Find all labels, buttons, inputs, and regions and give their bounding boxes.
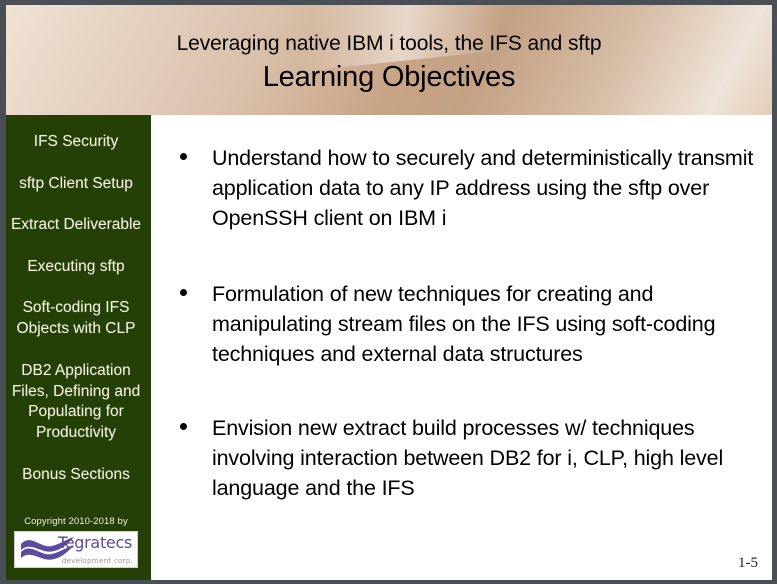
bullet-item: Envision new extract build processes w/ …: [164, 413, 758, 503]
bullet-text: Understand how to securely and determini…: [212, 146, 754, 230]
bullet-dot-icon: [180, 423, 187, 430]
tegratecs-logo: Tegratecs development corp.: [14, 531, 138, 568]
bullet-dot-icon: [180, 153, 187, 160]
sidebar-item-bonus-sections[interactable]: Bonus Sections: [6, 465, 146, 486]
slide-content-area: Understand how to securely and determini…: [156, 115, 772, 580]
logo-tagline: development corp.: [61, 556, 133, 565]
sidebar-item-extract-deliverable[interactable]: Extract Deliverable: [6, 215, 146, 236]
sidebar-item-soft-coding-ifs-objects[interactable]: Soft-coding IFS Objects with CLP: [6, 298, 146, 339]
sidebar-item-sftp-client-setup[interactable]: sftp Client Setup: [6, 174, 146, 195]
agenda-sidebar: IFS Security sftp Client Setup Extract D…: [6, 115, 151, 580]
bullet-item: Understand how to securely and determini…: [164, 143, 758, 233]
sidebar-item-ifs-security[interactable]: IFS Security: [6, 132, 146, 153]
bullet-text: Envision new extract build processes w/ …: [212, 416, 724, 500]
slide-header-banner: Leveraging native IBM i tools, the IFS a…: [6, 5, 772, 115]
sidebar-item-executing-sftp[interactable]: Executing sftp: [6, 257, 146, 278]
slide-title: Learning Objectives: [262, 61, 516, 93]
bullet-text: Formulation of new techniques for creati…: [212, 282, 716, 366]
header-text-block: Leveraging native IBM i tools, the IFS a…: [6, 5, 772, 94]
logo-wordmark: Tegratecs: [58, 533, 132, 552]
sidebar-item-db2-application-files[interactable]: DB2 Application Files, Defining and Popu…: [6, 361, 146, 443]
bullet-dot-icon: [180, 289, 187, 296]
slide-subtitle: Leveraging native IBM i tools, the IFS a…: [176, 32, 602, 55]
objectives-bullet-list: Understand how to securely and determini…: [156, 115, 772, 503]
presentation-slide: Leveraging native IBM i tools, the IFS a…: [0, 0, 777, 584]
page-number: 1-5: [738, 555, 758, 571]
copyright-text: Copyright 2010-2018 by: [24, 516, 128, 527]
copyright-block: Copyright 2010-2018 by Tegratecs develop…: [6, 516, 146, 568]
bullet-item: Formulation of new techniques for creati…: [164, 279, 758, 369]
